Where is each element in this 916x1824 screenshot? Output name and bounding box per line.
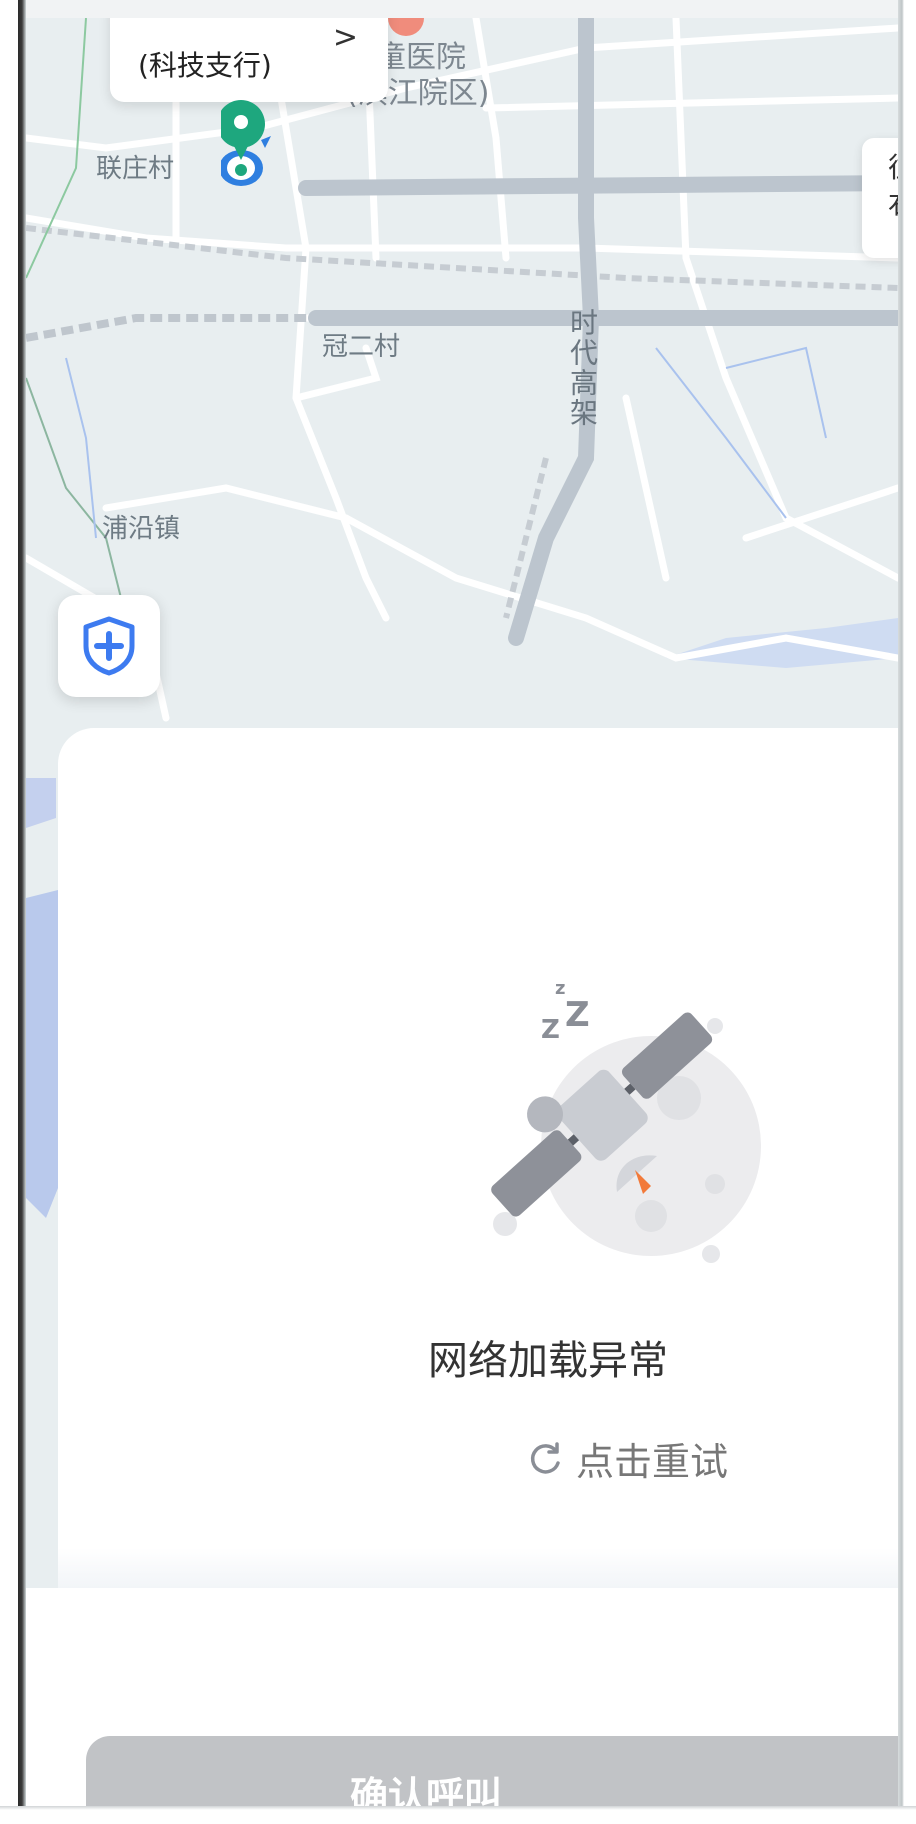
bottom-action-area: 确认呼叫 <box>26 1588 916 1824</box>
sleeping-satellite-icon: Z Z z <box>483 956 783 1276</box>
window-edge-right <box>898 0 916 1824</box>
location-card[interactable]: (科技支行) > <box>110 18 388 102</box>
shield-plus-icon <box>83 616 135 676</box>
sheet-divider <box>58 1548 916 1588</box>
retry-button[interactable]: 点击重试 <box>528 1431 728 1486</box>
map-label-village: 冠二村 <box>322 332 401 362</box>
refresh-icon <box>530 1441 560 1474</box>
svg-text:z: z <box>555 978 565 999</box>
retry-label: 点击重试 <box>576 1440 729 1484</box>
side-tag[interactable]: 往右 <box>862 138 898 258</box>
map-label-town: 浦沿镇 <box>102 514 181 544</box>
location-card-subtitle: (科技支行) <box>138 49 272 82</box>
window-edge-bottom <box>0 1806 916 1824</box>
side-tag-text: 往右 <box>888 150 898 222</box>
map-label-village: 联庄村 <box>96 154 175 184</box>
chevron-right-icon: > <box>332 20 358 55</box>
safety-button[interactable] <box>58 595 160 697</box>
svg-text:Z: Z <box>565 995 590 1035</box>
map-label-road: 时代高架 <box>566 308 599 428</box>
window-edge-left <box>0 0 26 1824</box>
svg-text:Z: Z <box>541 1015 560 1045</box>
error-message: 网络加载异常 <box>428 1338 668 1384</box>
app-screen: 联庄村 冠二村 浦沿镇 时代高架 儿童医院(滨江院区) (科技支行) > 往右 <box>0 0 916 1824</box>
location-pin-icon[interactable] <box>221 100 275 190</box>
bottom-sheet: Z Z z 网络加载异常 点击重试 <box>58 728 916 1588</box>
